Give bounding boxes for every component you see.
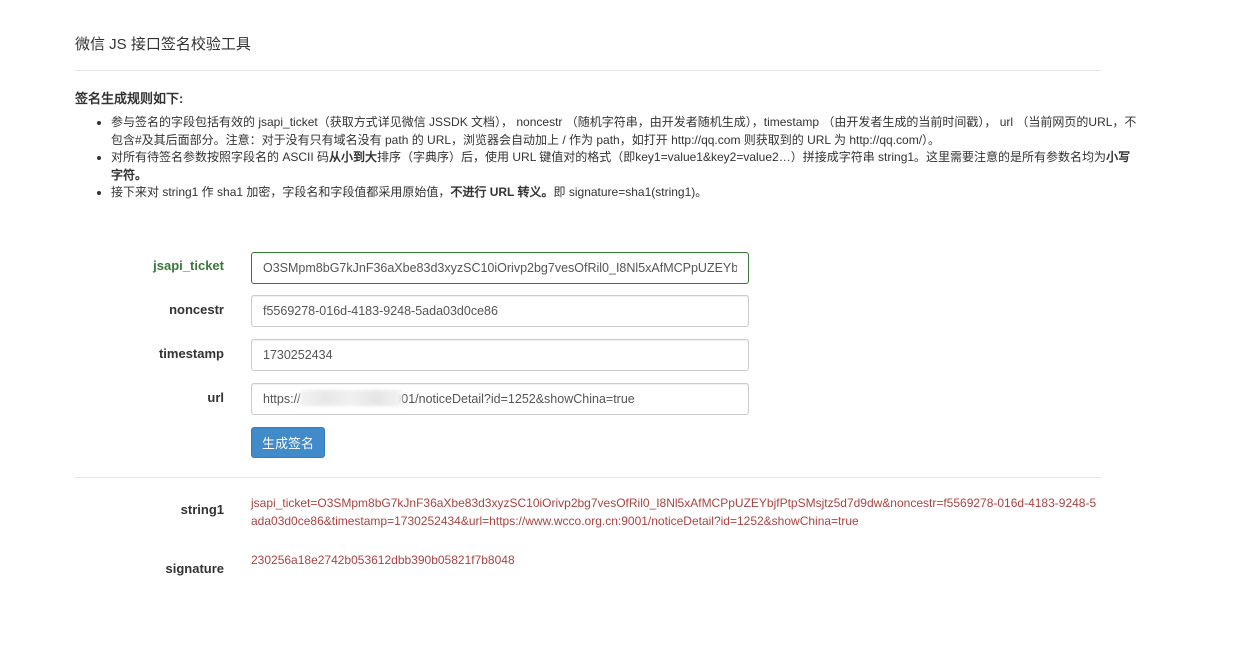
generate-signature-button[interactable]: 生成签名 xyxy=(251,427,325,458)
rules-list: 参与签名的字段包括有效的 jsapi_ticket（获取方式详见微信 JSSDK… xyxy=(75,114,1137,202)
header-divider xyxy=(75,70,1101,71)
string1-value: jsapi_ticket=O3SMpm8bG7kJnF36aXbe83d3xyz… xyxy=(251,496,1097,528)
signature-value: 230256a18e2742b053612dbb390b05821f7b8048 xyxy=(251,553,515,567)
page-title: 微信 JS 接口签名校验工具 xyxy=(75,36,251,53)
jsapi-ticket-input[interactable] xyxy=(251,252,749,284)
signature-tool-page: 微信 JS 接口签名校验工具 签名生成规则如下: 参与签名的字段包括有效的 js… xyxy=(0,0,1244,651)
noncestr-label: noncestr xyxy=(169,302,224,317)
timestamp-input[interactable] xyxy=(251,339,749,371)
jsapi-ticket-label: jsapi_ticket xyxy=(153,258,224,273)
rule-item-2: 对所有待签名参数按照字段名的 ASCII 码从小到大排序（字典序）后，使用 UR… xyxy=(111,149,1137,184)
redacted-domain-blur xyxy=(300,390,402,406)
url-label: url xyxy=(207,390,224,405)
signature-label: signature xyxy=(165,561,224,576)
timestamp-label: timestamp xyxy=(158,346,224,361)
string1-label: string1 xyxy=(180,502,224,517)
rule-item-1: 参与签名的字段包括有效的 jsapi_ticket（获取方式详见微信 JSSDK… xyxy=(111,114,1137,149)
rule-item-3: 接下来对 string1 作 sha1 加密，字段名和字段值都采用原始值，不进行… xyxy=(111,184,1137,202)
result-divider xyxy=(75,477,1101,478)
noncestr-input[interactable] xyxy=(251,295,749,327)
rules-heading: 签名生成规则如下: xyxy=(75,91,184,106)
